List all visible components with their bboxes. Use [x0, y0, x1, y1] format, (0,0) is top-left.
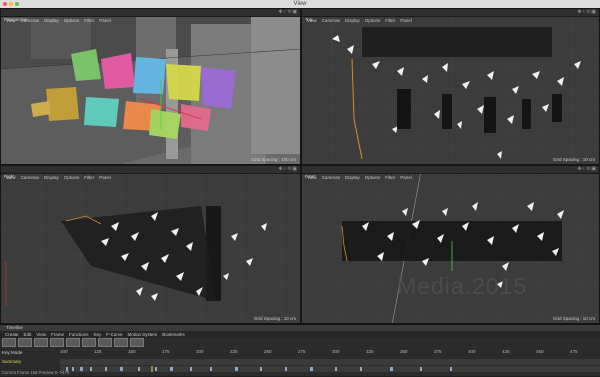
viewport-name: Top — [305, 17, 313, 22]
ruler-tick: 200 — [196, 349, 204, 354]
link-button[interactable] — [114, 338, 128, 347]
viewport-nav-icons[interactable]: ✥↕⟲▣ — [577, 167, 597, 172]
perspective-menu-bar: View Cameras Display Options Filter Panel — [1, 9, 300, 23]
menu-filter[interactable]: Filter — [385, 18, 395, 23]
key-mode-button[interactable] — [2, 338, 16, 347]
timeline-menu-create[interactable]: Create — [5, 332, 19, 337]
viewport-nav-icons[interactable]: ✥↕⟲▣ — [278, 10, 298, 15]
key-mode-label: Key Mode — [2, 350, 23, 355]
filter-button[interactable] — [130, 338, 144, 347]
timeline-menu-edit[interactable]: Edit — [24, 332, 32, 337]
menu-cameras[interactable]: Cameras — [322, 18, 340, 23]
ruler-tick: 475 — [570, 349, 578, 354]
menu-filter[interactable]: Filter — [385, 175, 395, 180]
timeline-menu-view[interactable]: View — [36, 332, 46, 337]
perspective-viewport[interactable]: View Cameras Display Options Filter Panel ✥↕⟲… — [0, 8, 301, 165]
viewport-name: Front — [305, 174, 316, 179]
ruler-tick: 400 — [468, 349, 476, 354]
top-menu-bar: View Cameras Display Options Filter Panel — [302, 9, 599, 23]
ruler-tick: 225 — [230, 349, 238, 354]
menu-filter[interactable]: Filter — [84, 18, 94, 23]
motion-mode-button[interactable] — [34, 338, 48, 347]
timeline-menu-fcurve[interactable]: F-Curve — [106, 332, 122, 337]
menu-filter[interactable]: Filter — [84, 175, 94, 180]
grid-spacing: Grid Spacing : 10 cm — [552, 316, 595, 321]
frame-all-button[interactable] — [50, 338, 64, 347]
keyframe-strip — [60, 366, 600, 372]
timeline-panel: Timeline Create Edit View Frame Functions Key… — [0, 324, 600, 376]
timeline-menu-key[interactable]: Key — [94, 332, 102, 337]
ruler-tick: 425 — [502, 349, 510, 354]
right-viewport[interactable]: View Cameras Display Options Filter Panel ✥↕⟲… — [0, 165, 301, 324]
grid-spacing: Grid Spacing : 100 cm — [251, 157, 296, 162]
ruler-tick: 450 — [536, 349, 544, 354]
menu-display[interactable]: Display — [345, 175, 360, 180]
menu-options[interactable]: Options — [365, 18, 381, 23]
menu-panel[interactable]: Panel — [99, 18, 111, 23]
ruler-tick: 100 — [60, 349, 68, 354]
menu-options[interactable]: Options — [365, 175, 381, 180]
summary-track[interactable] — [60, 359, 600, 372]
menu-options[interactable]: Options — [64, 18, 80, 23]
menu-panel[interactable]: Panel — [400, 18, 412, 23]
summary-row[interactable]: Summary — [2, 359, 21, 364]
right-menu-bar: View Cameras Display Options Filter Panel — [1, 166, 300, 180]
ruler-tick: 275 — [298, 349, 306, 354]
viewport-nav-icons[interactable]: ✥↕⟲▣ — [278, 167, 298, 172]
viewport-name: Perspective — [4, 17, 28, 22]
timeline-menu-functions[interactable]: Functions — [69, 332, 89, 337]
top-scene — [302, 9, 599, 164]
menu-cameras[interactable]: Cameras — [21, 175, 39, 180]
timeline-menu-bar: Create Edit View Frame Functions Key F-Curve Mo… — [0, 331, 600, 338]
grid-spacing: Grid Spacing : 10 cm — [552, 157, 595, 162]
ruler-tick: 175 — [162, 349, 170, 354]
menu-options[interactable]: Options — [64, 175, 80, 180]
ruler-tick: 375 — [434, 349, 442, 354]
menu-cameras[interactable]: Cameras — [322, 175, 340, 180]
menu-panel[interactable]: Panel — [99, 175, 111, 180]
front-menu-bar: View Cameras Display Options Filter Panel — [302, 166, 599, 180]
viewport-nav-icons[interactable]: ✥↕⟲▣ — [577, 10, 597, 15]
front-viewport[interactable]: Media.2015 View Cameras Display Options Filt… — [301, 165, 600, 324]
timeline-menu-frame[interactable]: Frame — [51, 332, 64, 337]
perspective-scene — [1, 9, 300, 164]
ruler-tick: 250 — [264, 349, 272, 354]
snap-button[interactable] — [98, 338, 112, 347]
zoom-button[interactable] — [66, 338, 80, 347]
ruler-tick: 300 — [332, 349, 340, 354]
menu-display[interactable]: Display — [44, 175, 59, 180]
timeline-menu-motion-system[interactable]: Motion System — [128, 332, 158, 337]
front-scene — [302, 166, 599, 323]
timeline-ruler[interactable]: 100 125 150 175 200 225 250 275 300 325 … — [60, 349, 600, 357]
ruler-tick: 150 — [128, 349, 136, 354]
menu-display[interactable]: Display — [44, 18, 59, 23]
window-title: View — [293, 1, 307, 7]
right-scene — [1, 166, 300, 323]
watermark-text: Media.2015 — [397, 273, 528, 299]
ruler-tick: 125 — [94, 349, 102, 354]
fcurve-mode-button[interactable] — [18, 338, 32, 347]
timeline-toolbar — [2, 338, 598, 348]
timeline-status: Current Frame 168 Preview 0-->475 — [2, 370, 70, 375]
record-button[interactable] — [82, 338, 96, 347]
menu-display[interactable]: Display — [345, 18, 360, 23]
ruler-tick: 350 — [400, 349, 408, 354]
grid-spacing: Grid Spacing : 10 cm — [253, 316, 296, 321]
viewport-name: Right — [4, 174, 15, 179]
top-viewport[interactable]: View Cameras Display Options Filter Panel ✥↕⟲… — [301, 8, 600, 165]
timeline-menu-bookmarks[interactable]: Bookmarks — [162, 332, 185, 337]
ruler-tick: 325 — [366, 349, 374, 354]
menu-panel[interactable]: Panel — [400, 175, 412, 180]
